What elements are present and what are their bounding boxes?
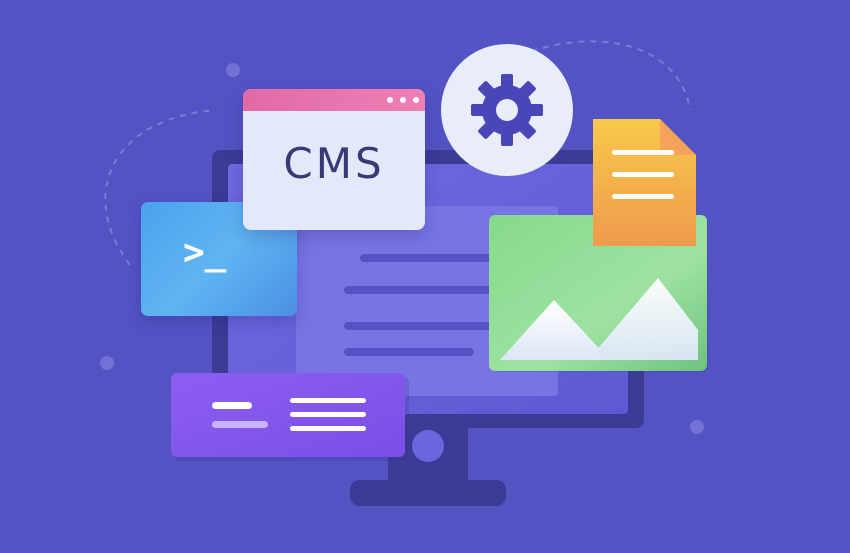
screen-text-line <box>344 322 514 330</box>
decor-dot <box>690 420 704 434</box>
decor-dot <box>100 356 114 370</box>
text-card-line <box>290 398 366 403</box>
text-card <box>171 373 409 461</box>
window-dot-icon <box>413 97 419 103</box>
window-dot-icon <box>387 97 393 103</box>
window-dot-icon <box>400 97 406 103</box>
terminal-icon: >_ <box>183 232 227 273</box>
document-icon <box>593 119 696 246</box>
monitor-base <box>350 480 506 506</box>
document-line <box>612 172 674 177</box>
document-body <box>593 119 696 246</box>
illustration-canvas <box>100 40 708 506</box>
text-card-line <box>212 402 252 409</box>
gear-badge <box>441 44 573 176</box>
screen-text-line <box>360 254 510 262</box>
text-card-bg <box>171 373 405 457</box>
monitor-button <box>412 430 444 462</box>
screen-text-line <box>344 286 514 294</box>
cms-illustration: >_ CMS <box>0 0 850 553</box>
document-line <box>612 194 674 199</box>
cms-label: CMS <box>283 139 385 188</box>
document-fold <box>660 119 696 155</box>
cms-window-card: CMS <box>243 89 425 230</box>
cms-window-titlebar <box>243 89 425 111</box>
decor-dot <box>226 63 240 77</box>
text-card-line <box>212 421 268 428</box>
text-card-line <box>290 426 366 431</box>
text-card-line <box>290 412 366 417</box>
screen-text-line <box>344 348 474 356</box>
document-line <box>612 150 674 155</box>
